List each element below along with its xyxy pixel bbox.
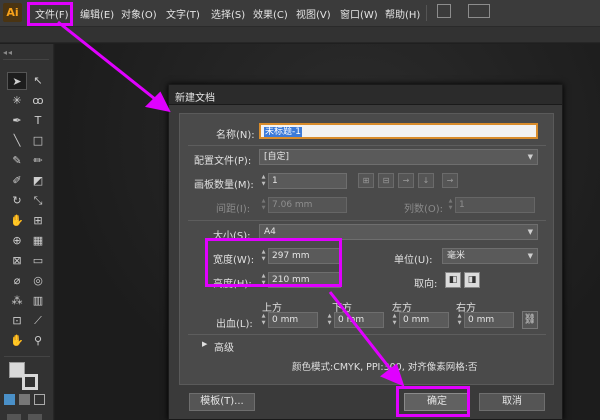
arrow-to-dialog xyxy=(57,20,161,105)
arrow-to-ok-head xyxy=(380,363,405,387)
annotation-arrows xyxy=(57,20,405,387)
arrow-to-ok xyxy=(328,291,397,376)
